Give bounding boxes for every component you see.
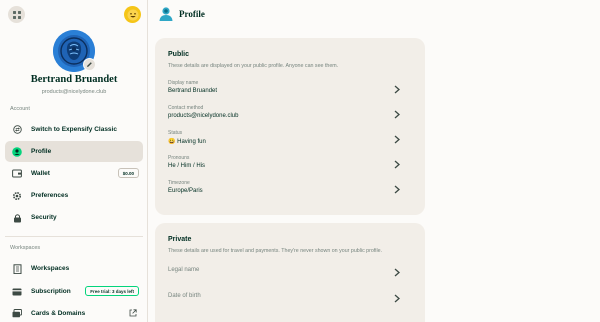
sidebar-item-label: Switch to Expensify Classic: [31, 126, 117, 133]
sidebar-item-label: Security: [31, 214, 57, 221]
display-name-field[interactable]: Display name Bertrand Bruandet: [168, 80, 418, 102]
chevron-right-icon: [394, 294, 400, 303]
sidebar-item-label: Subscription: [31, 288, 71, 295]
wallet-balance-badge: $0.00: [117, 168, 139, 178]
gear-icon: [12, 191, 22, 201]
private-section: Private These details are used for trave…: [155, 223, 425, 322]
public-section-title: Public: [168, 51, 190, 58]
legal-name-field[interactable]: Legal name: [168, 263, 418, 285]
switch-icon: [12, 125, 22, 135]
edit-avatar-button[interactable]: [83, 58, 96, 71]
field-label: Timezone: [168, 180, 190, 186]
field-label: Contact method: [168, 105, 204, 111]
profile-icon: [12, 146, 22, 157]
workspace-switcher-button[interactable]: [8, 6, 25, 23]
profile-illustration-icon: [159, 7, 173, 21]
sidebar: Bertrand Bruandet products@nicelydone.cl…: [0, 0, 148, 322]
date-of-birth-field[interactable]: Date of birth: [168, 289, 418, 311]
field-label: Pronouns: [168, 155, 190, 161]
profile-name: Bertrand Bruandet: [30, 74, 118, 85]
field-value: Europe/Paris: [168, 188, 203, 194]
field-label: Display name: [168, 80, 199, 86]
field-label: Legal name: [168, 267, 200, 273]
field-value: products@nicelydone.club: [168, 113, 239, 119]
status-field[interactable]: Status 😀 Having fun: [168, 130, 418, 152]
sidebar-item-wallet[interactable]: Wallet $0.00: [5, 163, 143, 184]
chevron-right-icon: [394, 135, 400, 144]
chevron-right-icon: [394, 160, 400, 169]
field-label: Status: [168, 130, 183, 136]
sidebar-item-cards-domains[interactable]: Cards & Domains: [5, 303, 143, 322]
grid-icon: [12, 10, 21, 19]
sidebar-divider: [5, 236, 143, 237]
private-section-subtitle: These details are used for travel and pa…: [168, 248, 383, 254]
chevron-right-icon: [394, 110, 400, 119]
field-value: 😀 Having fun: [168, 139, 206, 145]
pronouns-field[interactable]: Pronouns He / Him / His: [168, 155, 418, 177]
free-trial-badge: Free trial: 3 days left: [85, 286, 139, 296]
external-link-icon: [129, 309, 137, 319]
private-section-title: Private: [168, 236, 192, 243]
contact-method-field[interactable]: Contact method products@nicelydone.club: [168, 105, 418, 127]
sidebar-item-preferences[interactable]: Preferences: [5, 185, 143, 206]
account-section-label: Account: [10, 106, 30, 112]
sidebar-item-subscription[interactable]: Subscription Free trial: 3 days left: [5, 281, 143, 302]
wallet-icon: [12, 169, 22, 179]
chevron-right-icon: [394, 185, 400, 194]
status-emoji-button[interactable]: [124, 6, 141, 23]
sidebar-item-label: Cards & Domains: [31, 310, 86, 317]
pencil-icon: [87, 62, 92, 67]
sidebar-item-label: Preferences: [31, 192, 69, 199]
lock-icon: [12, 213, 22, 223]
sidebar-item-workspaces[interactable]: Workspaces: [5, 258, 143, 279]
public-section: Public These details are displayed on yo…: [155, 38, 425, 215]
page-header: Profile: [158, 6, 205, 22]
smiley-icon: [127, 9, 138, 20]
sidebar-item-label: Profile: [31, 148, 52, 155]
public-section-subtitle: These details are displayed on your publ…: [168, 63, 339, 69]
timezone-field[interactable]: Timezone Europe/Paris: [168, 180, 418, 202]
page-title: Profile: [179, 9, 205, 19]
chevron-right-icon: [394, 268, 400, 277]
field-value: Bertrand Bruandet: [168, 88, 218, 94]
field-value: He / Him / His: [168, 163, 206, 169]
sidebar-item-label: Wallet: [31, 170, 50, 177]
profile-email: products@nicelydone.club: [41, 89, 107, 95]
building-icon: [12, 263, 22, 274]
cards-icon: [12, 309, 22, 319]
field-label: Date of birth: [168, 293, 201, 299]
credit-card-icon: [12, 287, 22, 297]
chevron-right-icon: [394, 85, 400, 94]
sidebar-item-switch-to-classic[interactable]: Switch to Expensify Classic: [5, 119, 143, 140]
sidebar-item-profile[interactable]: Profile: [5, 141, 143, 162]
workspaces-section-label: Workspaces: [10, 245, 41, 251]
sidebar-item-security[interactable]: Security: [5, 207, 143, 228]
sidebar-item-label: Workspaces: [31, 265, 70, 272]
